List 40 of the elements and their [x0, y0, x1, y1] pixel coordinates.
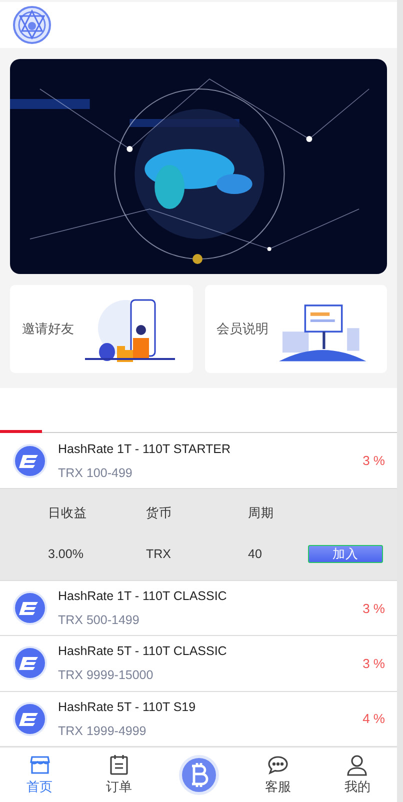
plan-name: HashRate 5T - 110T CLASSIC	[58, 644, 228, 658]
detail-value: TRX	[146, 546, 172, 561]
detail-value: 3.00%	[48, 546, 84, 561]
join-button[interactable]: 加入	[308, 544, 383, 563]
detail-label: 货币	[146, 504, 173, 522]
plan-rate: 3 %	[362, 453, 385, 468]
plan-row[interactable]: HashRate 1T - 110T CLASSIC TRX 500-1499 3 %	[0, 580, 397, 636]
plan-range: TRX 9999-15000	[58, 668, 154, 682]
bitcoin-icon[interactable]	[178, 754, 220, 796]
nav-tab[interactable]: 客服	[264, 778, 291, 796]
detail-label: 日收益	[48, 504, 88, 522]
nav-tab[interactable]: 首页	[26, 778, 53, 796]
chat-icon	[266, 754, 289, 776]
logo-icon	[12, 5, 52, 45]
plan-range: TRX 1999-4999	[58, 724, 148, 738]
plan-range: TRX 500-1499	[58, 613, 140, 628]
detail-label: 周期	[248, 504, 275, 522]
coin-icon	[12, 442, 48, 479]
plan-row[interactable]: HashRate 5T - 110T CLASSIC TRX 9999-15000 3 %	[0, 636, 397, 692]
coin-icon	[12, 700, 48, 737]
document-icon	[108, 754, 130, 776]
plan-rate: 3 %	[362, 600, 385, 616]
tab-indicator	[0, 430, 42, 434]
plan-rate: 3 %	[362, 656, 385, 671]
detail-value: 40	[248, 546, 263, 561]
coin-icon	[12, 590, 48, 626]
plan-range: TRX 100-499	[58, 466, 134, 480]
plan-name: HashRate 1T - 110T STARTER	[58, 442, 232, 456]
store-icon	[28, 754, 51, 776]
menu-card[interactable]: 会员说明	[204, 285, 387, 373]
nav-tab[interactable]: 我的	[344, 778, 370, 796]
plan-name: HashRate 5T - 110T S19	[58, 700, 197, 714]
card-label: 会员说明	[216, 320, 268, 338]
plan-rate: 4 %	[362, 711, 385, 726]
nav-tab[interactable]: 订单	[106, 778, 132, 796]
coin-icon	[12, 645, 48, 682]
card-label: 邀请好友	[22, 320, 74, 338]
user-icon	[346, 754, 368, 776]
plan-name: HashRate 1T - 110T CLASSIC	[58, 589, 228, 604]
menu-card[interactable]: 邀请好友	[10, 285, 192, 373]
